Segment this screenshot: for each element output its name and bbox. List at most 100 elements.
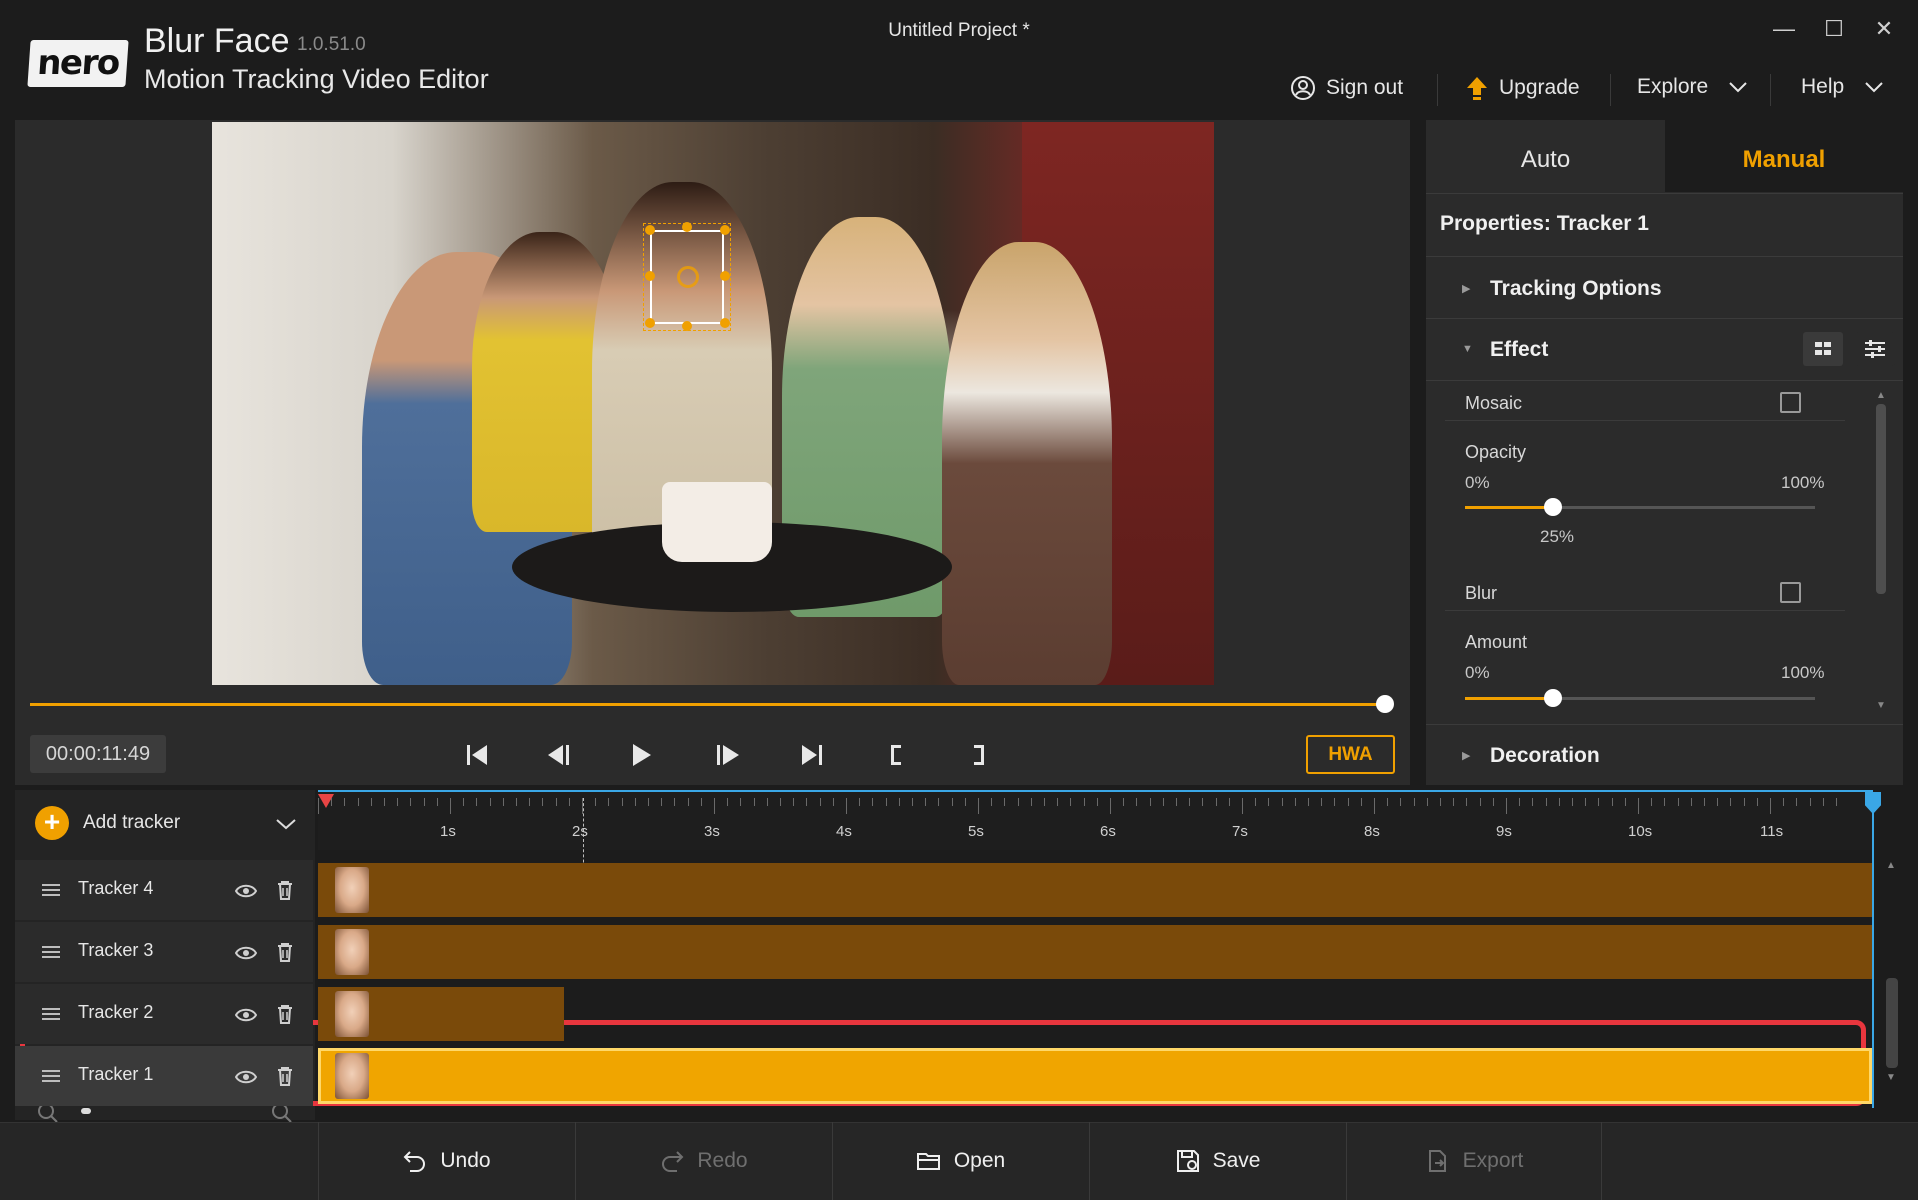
play-icon[interactable] bbox=[624, 738, 658, 772]
ruler-tick bbox=[872, 798, 874, 806]
previous-frame-icon[interactable] bbox=[543, 738, 577, 772]
section-effect[interactable]: Effect bbox=[1490, 338, 1548, 362]
resize-handle[interactable] bbox=[682, 222, 692, 232]
resize-handle[interactable] bbox=[645, 318, 655, 328]
visibility-eye-icon[interactable] bbox=[235, 1070, 257, 1084]
ruler-tick bbox=[463, 798, 465, 806]
section-tracking-options[interactable]: Tracking Options bbox=[1490, 277, 1662, 301]
grid-view-button[interactable] bbox=[1803, 332, 1843, 366]
mosaic-checkbox[interactable] bbox=[1780, 392, 1801, 413]
ruler-tick bbox=[1770, 798, 1771, 814]
visibility-eye-icon[interactable] bbox=[235, 884, 257, 898]
clip-face-thumbnail bbox=[335, 929, 369, 975]
resize-handle[interactable] bbox=[720, 271, 730, 281]
ruler-tick bbox=[1598, 798, 1600, 806]
video-frame[interactable] bbox=[212, 122, 1214, 685]
blur-checkbox[interactable] bbox=[1780, 582, 1801, 603]
ruler-tick bbox=[1057, 798, 1059, 806]
ruler-tick bbox=[1677, 798, 1679, 806]
ruler-tick bbox=[964, 798, 966, 806]
ruler-tick bbox=[1611, 798, 1613, 806]
tracker-clip[interactable] bbox=[318, 1048, 1872, 1104]
ruler-tick bbox=[1730, 798, 1732, 806]
add-tracker-label: Add tracker bbox=[83, 812, 181, 833]
drag-handle-icon[interactable] bbox=[42, 1070, 60, 1082]
resize-handle[interactable] bbox=[720, 318, 730, 328]
zoom-slider-knob[interactable] bbox=[81, 1108, 91, 1114]
hwa-button[interactable]: HWA bbox=[1306, 735, 1395, 774]
explore-menu[interactable]: Explore bbox=[1637, 75, 1750, 99]
ruler-tick bbox=[1506, 798, 1507, 814]
ruler-tick bbox=[568, 798, 570, 806]
mark-out-icon[interactable] bbox=[962, 738, 996, 772]
tracker-center-icon[interactable] bbox=[677, 266, 699, 288]
section-decoration[interactable]: Decoration bbox=[1490, 744, 1600, 768]
upgrade-arrow-icon bbox=[1467, 77, 1487, 100]
upgrade-button[interactable]: Upgrade bbox=[1465, 75, 1580, 101]
next-frame-icon[interactable] bbox=[710, 738, 744, 772]
resize-handle[interactable] bbox=[645, 271, 655, 281]
ruler-tick bbox=[542, 798, 544, 806]
delete-trash-icon[interactable] bbox=[276, 942, 294, 962]
mark-in-icon[interactable] bbox=[879, 738, 913, 772]
minimize-button[interactable]: — bbox=[1764, 14, 1804, 44]
skip-to-end-icon[interactable] bbox=[795, 738, 829, 772]
delete-trash-icon[interactable] bbox=[276, 1066, 294, 1086]
amount-slider-fill bbox=[1465, 697, 1553, 700]
resize-handle[interactable] bbox=[682, 321, 692, 331]
maximize-button[interactable]: ☐ bbox=[1814, 14, 1854, 44]
save-button[interactable]: Save bbox=[1089, 1122, 1345, 1200]
delete-trash-icon[interactable] bbox=[276, 880, 294, 900]
ruler-tick bbox=[661, 798, 663, 806]
caret-down-icon: ▼ bbox=[1462, 343, 1473, 355]
playhead-line bbox=[1872, 812, 1874, 1108]
sign-out-button[interactable]: Sign out bbox=[1290, 75, 1403, 101]
skip-to-start-icon[interactable] bbox=[460, 738, 494, 772]
redo-button[interactable]: Redo bbox=[575, 1122, 831, 1200]
title-bar: nero Blur Face 1.0.51.0 Motion Tracking … bbox=[0, 0, 1918, 120]
resize-handle[interactable] bbox=[645, 225, 655, 235]
ruler-tick bbox=[502, 798, 504, 806]
seek-bar[interactable] bbox=[30, 703, 1386, 706]
undo-button[interactable]: Undo bbox=[318, 1122, 574, 1200]
drag-handle-icon[interactable] bbox=[42, 884, 60, 896]
ruler-tick bbox=[1189, 798, 1191, 806]
export-button[interactable]: Export bbox=[1346, 1122, 1602, 1200]
visibility-eye-icon[interactable] bbox=[235, 946, 257, 960]
scroll-up-icon[interactable]: ▲ bbox=[1876, 390, 1886, 401]
zoom-bar[interactable] bbox=[15, 1103, 1903, 1123]
drag-handle-icon[interactable] bbox=[42, 1008, 60, 1020]
adjust-view-button[interactable] bbox=[1855, 332, 1895, 366]
amount-slider-knob[interactable] bbox=[1543, 689, 1562, 707]
scroll-down-icon[interactable]: ▼ bbox=[1886, 1072, 1896, 1083]
properties-scroll-thumb[interactable] bbox=[1876, 404, 1886, 594]
time-ruler[interactable] bbox=[318, 790, 1873, 850]
tab-manual[interactable]: Manual bbox=[1665, 120, 1903, 192]
delete-trash-icon[interactable] bbox=[276, 1004, 294, 1024]
tab-auto[interactable]: Auto bbox=[1426, 120, 1665, 192]
tracker-clip[interactable] bbox=[318, 863, 1872, 917]
chevron-down-icon[interactable] bbox=[274, 817, 298, 831]
explore-label: Explore bbox=[1637, 75, 1709, 98]
ruler-tick bbox=[582, 798, 583, 814]
app-window: nero Blur Face 1.0.51.0 Motion Tracking … bbox=[0, 0, 1918, 1200]
close-button[interactable]: ✕ bbox=[1864, 14, 1904, 44]
help-menu[interactable]: Help bbox=[1801, 75, 1886, 99]
ruler-tick bbox=[1532, 798, 1534, 806]
seek-bar-knob[interactable] bbox=[1376, 695, 1394, 713]
redo-label: Redo bbox=[697, 1149, 748, 1172]
ruler-tick bbox=[1453, 798, 1455, 806]
open-button[interactable]: Open bbox=[832, 1122, 1088, 1200]
timeline-scroll-thumb[interactable] bbox=[1886, 978, 1898, 1068]
app-subtitle: Motion Tracking Video Editor bbox=[144, 64, 489, 94]
add-tracker-button[interactable]: + Add tracker bbox=[35, 806, 180, 840]
save-label: Save bbox=[1212, 1149, 1261, 1172]
drag-handle-icon[interactable] bbox=[42, 946, 60, 958]
resize-handle[interactable] bbox=[720, 225, 730, 235]
undo-icon bbox=[403, 1151, 426, 1172]
scroll-up-icon[interactable]: ▲ bbox=[1886, 860, 1896, 871]
scroll-down-icon[interactable]: ▼ bbox=[1876, 700, 1886, 711]
opacity-slider-knob[interactable] bbox=[1543, 498, 1562, 516]
tracker-clip[interactable] bbox=[318, 925, 1872, 979]
visibility-eye-icon[interactable] bbox=[235, 1008, 257, 1022]
